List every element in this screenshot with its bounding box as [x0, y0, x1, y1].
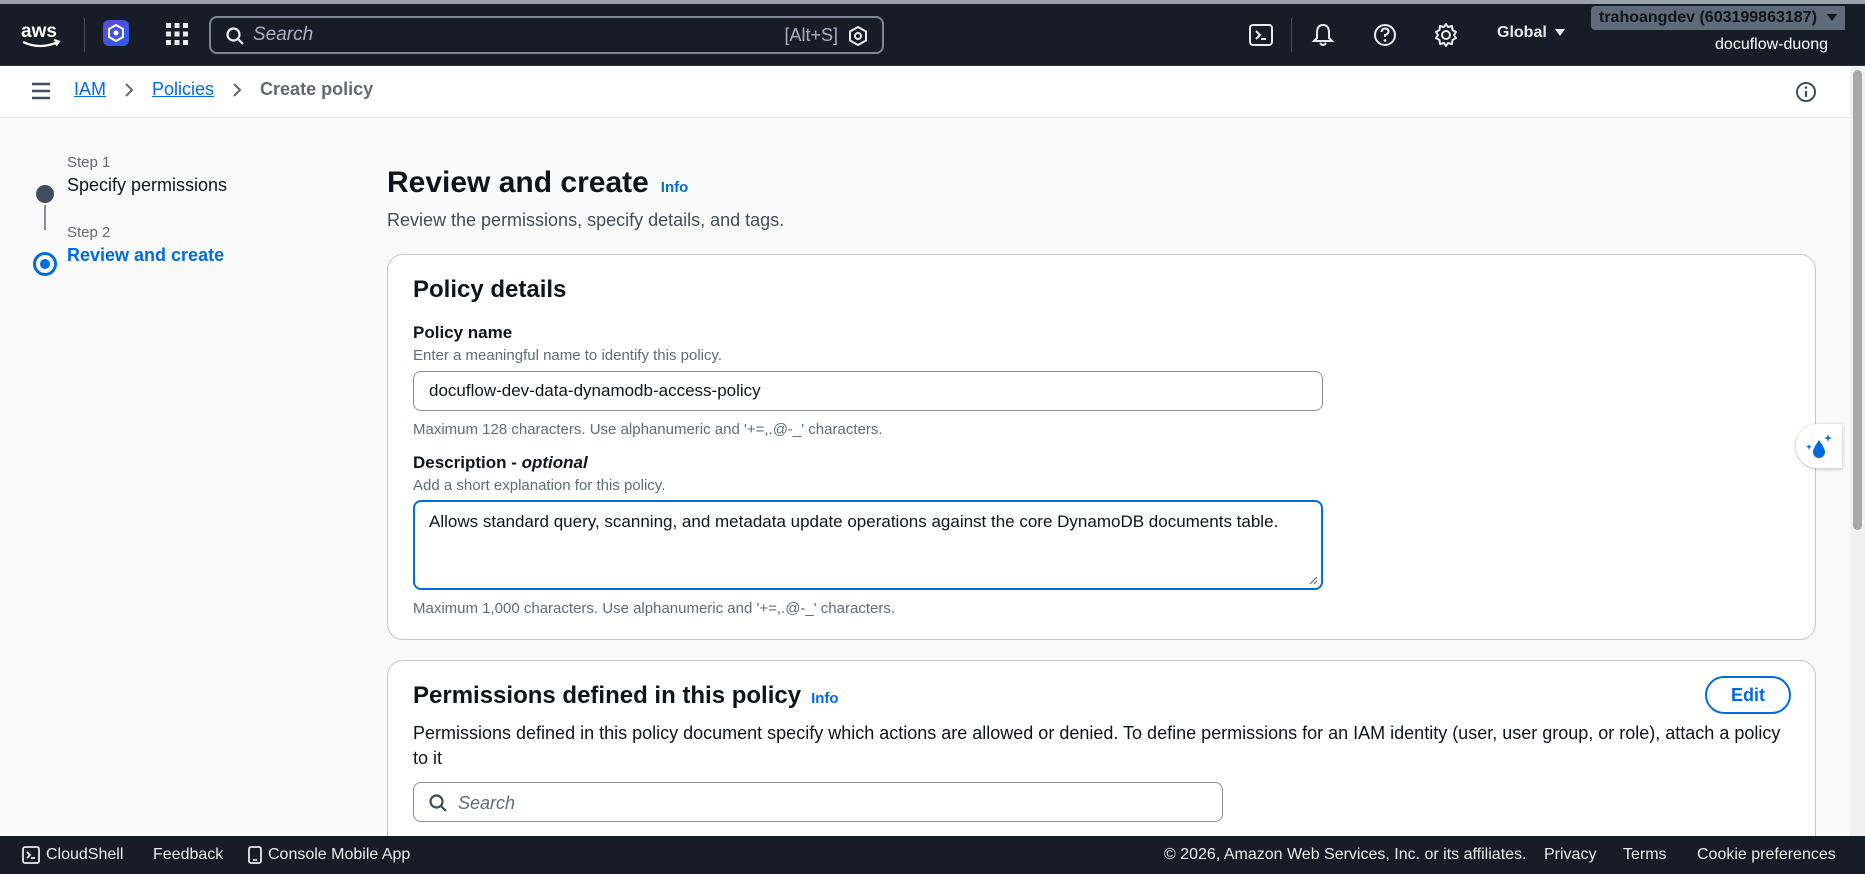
footer: CloudShell Feedback Console Mobile App ©… [0, 836, 1865, 874]
page-description: Review the permissions, specify details,… [387, 210, 785, 230]
app-badge-icon[interactable] [103, 20, 129, 46]
breadcrumb-policies[interactable]: Policies [152, 79, 214, 100]
help-icon[interactable] [1372, 22, 1398, 48]
cloudshell-icon[interactable] [1248, 22, 1274, 48]
permissions-heading-text: Permissions defined in this policy [413, 682, 802, 709]
step-current-dot-icon [33, 252, 57, 276]
footer-feedback-label: Feedback [153, 846, 224, 863]
top-navigation: aws [Alt+S] Global trahoangdev (60319986… [0, 0, 1865, 66]
description-label: Description - optional [413, 453, 588, 473]
info-panel-icon[interactable] [1795, 81, 1817, 103]
policy-details-card: Policy details Policy name Enter a meani… [387, 254, 1816, 640]
policy-name-description: Enter a meaningful name to identify this… [413, 347, 723, 364]
aws-logo-icon[interactable]: aws [20, 20, 64, 50]
step-2: Step 2 Review and create [30, 224, 330, 286]
step-title: Specify permissions [67, 175, 228, 195]
permissions-heading: Permissions defined in this policy Info [413, 682, 839, 710]
policy-name-constraint: Maximum 128 characters. Use alphanumeric… [413, 421, 883, 438]
breadcrumb-bar: IAM Policies Create policy [0, 66, 1850, 118]
search-shortcut-hint: [Alt+S] [784, 25, 838, 45]
permissions-search-input[interactable] [458, 792, 1158, 814]
policy-details-heading: Policy details [413, 276, 566, 304]
footer-privacy[interactable]: Privacy [1544, 846, 1596, 864]
description-help: Add a short explanation for this policy. [413, 477, 666, 494]
footer-cloudshell-label: CloudShell [46, 846, 124, 863]
chevron-right-icon [233, 82, 242, 97]
description-label-text: Description - [413, 453, 522, 472]
search-icon [226, 27, 244, 45]
step-caption: Step 2 [67, 224, 111, 241]
edit-button[interactable]: Edit [1705, 676, 1791, 714]
cloudshell-icon [22, 846, 40, 864]
assistant-float-button[interactable] [1796, 424, 1842, 468]
description-textarea-value: Allows standard query, scanning, and met… [429, 512, 1279, 531]
page-title-text: Review and create [387, 166, 649, 199]
footer-cloudshell[interactable]: CloudShell [22, 846, 123, 864]
description-optional-text: optional [521, 453, 588, 472]
wizard-steps: Step 1 Specify permissions Step 2 Review… [30, 154, 330, 286]
search-icon [429, 794, 447, 812]
step-complete-dot-icon [36, 185, 54, 203]
nav-divider [1291, 18, 1292, 52]
global-search-input[interactable] [253, 23, 733, 47]
footer-mobile-app-label: Console Mobile App [268, 846, 411, 863]
footer-feedback[interactable]: Feedback [153, 846, 223, 864]
policy-name-input[interactable]: docuflow-dev-data-dynamodb-access-policy [413, 371, 1323, 411]
breadcrumb-current: Create policy [260, 79, 374, 99]
page-title: Review and create Info [387, 166, 688, 200]
permissions-card: Permissions defined in this policy Info … [387, 660, 1816, 836]
description-textarea[interactable]: Allows standard query, scanning, and met… [413, 500, 1323, 590]
footer-copyright: © 2026, Amazon Web Services, Inc. or its… [1164, 846, 1527, 863]
region-selector[interactable]: Global [1497, 24, 1565, 42]
resize-handle-icon[interactable] [1308, 575, 1318, 585]
main-content: Step 1 Specify permissions Step 2 Review… [0, 118, 1850, 836]
breadcrumb: IAM Policies Create policy [74, 79, 373, 100]
region-label: Global [1497, 24, 1547, 41]
permissions-info-link[interactable]: Info [811, 690, 839, 707]
account-menu[interactable]: trahoangdev (603199863187) [1591, 6, 1846, 30]
footer-mobile-app[interactable]: Console Mobile App [248, 846, 410, 864]
nav-divider [84, 18, 85, 52]
step-1: Step 1 Specify permissions [30, 154, 330, 216]
account-tag-label: trahoangdev (603199863187) [1599, 9, 1817, 26]
permissions-search-box[interactable] [413, 782, 1223, 822]
policy-name-label: Policy name [413, 323, 513, 342]
permissions-description: Permissions defined in this policy docum… [413, 723, 1781, 768]
sparkle-drop-icon [1806, 434, 1832, 458]
services-grid-icon[interactable] [165, 22, 189, 46]
footer-terms[interactable]: Terms [1623, 846, 1667, 864]
footer-cookie-preferences[interactable]: Cookie preferences [1697, 846, 1836, 864]
account-name[interactable]: docuflow-duong [1715, 36, 1828, 54]
settings-icon[interactable] [1433, 22, 1459, 48]
description-constraint: Maximum 1,000 characters. Use alphanumer… [413, 600, 895, 617]
page-scrollbar-thumb[interactable] [1853, 70, 1862, 530]
mobile-phone-icon [248, 846, 262, 864]
bell-icon[interactable] [1310, 22, 1336, 48]
breadcrumb-iam[interactable]: IAM [74, 79, 106, 100]
amazon-q-icon[interactable] [848, 26, 868, 46]
chevron-right-icon [125, 82, 134, 97]
caret-down-icon [1827, 14, 1838, 21]
window-top-strip [0, 0, 1865, 4]
caret-down-icon [1554, 29, 1565, 36]
step-title: Review and create [67, 245, 225, 265]
policy-details-heading-text: Policy details [413, 276, 567, 303]
global-search-box[interactable]: [Alt+S] [209, 16, 884, 54]
menu-icon[interactable] [30, 81, 52, 101]
step-caption: Step 1 [67, 154, 111, 171]
page-info-link[interactable]: Info [661, 179, 689, 196]
svg-text:aws: aws [21, 21, 57, 42]
